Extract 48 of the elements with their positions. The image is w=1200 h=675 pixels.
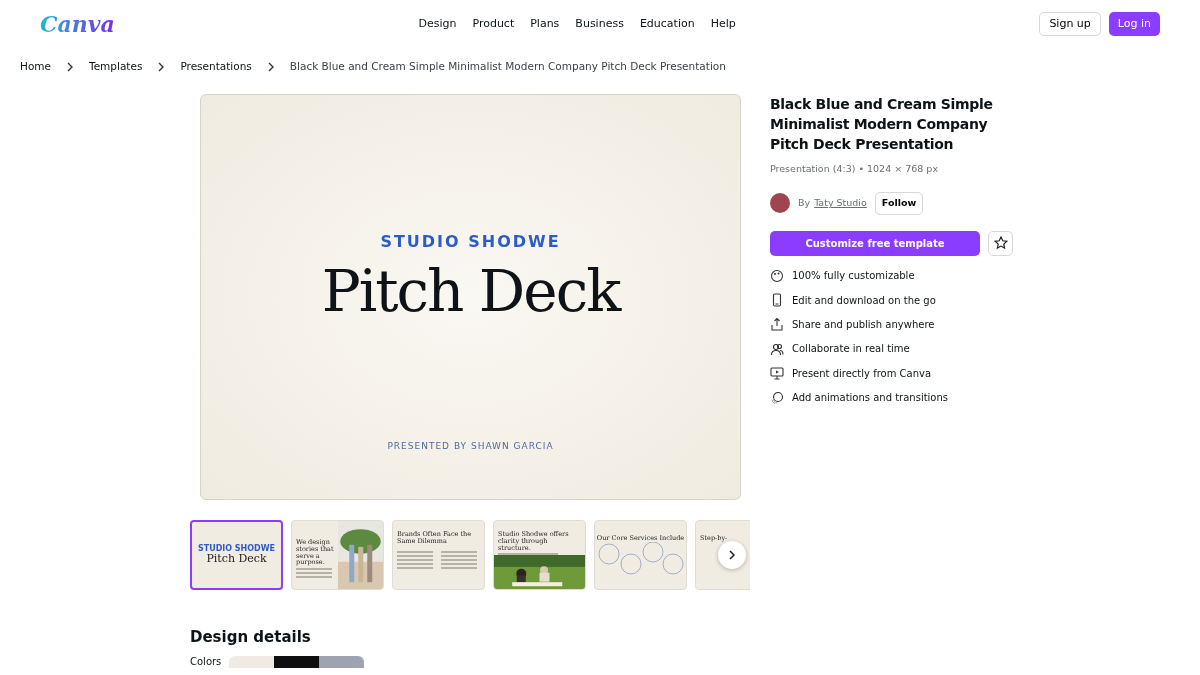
slide-kicker: STUDIO SHODWE bbox=[380, 231, 561, 253]
author-link[interactable]: Taty Studio bbox=[814, 196, 867, 211]
chevron-right-icon bbox=[158, 62, 165, 72]
nav-link[interactable]: Product bbox=[472, 15, 515, 33]
chevron-right-icon bbox=[67, 62, 73, 72]
follow-button[interactable]: Follow bbox=[874, 192, 924, 215]
color-swatch[interactable] bbox=[229, 655, 275, 668]
chevron-right-icon bbox=[728, 550, 736, 560]
sign-up-button[interactable]: Sign up bbox=[1039, 11, 1101, 37]
feature-text: Edit and download on the go bbox=[792, 293, 936, 308]
breadcrumb-link[interactable]: Presentations bbox=[180, 59, 252, 75]
color-swatch[interactable] bbox=[274, 655, 320, 668]
feature-text: 100% fully customizable bbox=[792, 269, 915, 284]
color-swatch[interactable] bbox=[319, 655, 365, 668]
thumbnail-kicker: STUDIO SHODWE bbox=[197, 545, 276, 554]
breadcrumb-current: Black Blue and Cream Simple Minimalist Modern Company Pitch Deck Presentation bbox=[289, 59, 726, 75]
palette-icon bbox=[770, 268, 784, 283]
avatar bbox=[770, 193, 790, 214]
chevron-right-icon bbox=[267, 62, 274, 72]
presentation-icon bbox=[770, 366, 784, 381]
colors-label: Colors bbox=[190, 655, 222, 669]
nav-link[interactable]: Design bbox=[418, 15, 457, 33]
share-icon bbox=[770, 317, 784, 332]
star-icon bbox=[993, 236, 1008, 250]
nav-link[interactable]: Help bbox=[710, 15, 736, 33]
slide-thumbnail[interactable]: STUDIO SHODWE Pitch Deck bbox=[190, 520, 283, 590]
feature-text: Share and publish anywhere bbox=[792, 317, 935, 332]
feature-text: Present directly from Canva bbox=[792, 366, 932, 381]
customize-button[interactable]: Customize free template bbox=[770, 230, 980, 256]
slide-footer: PRESENTED BY SHAWN GARCIA bbox=[387, 440, 554, 454]
thumbnail-title: Pitch Deck bbox=[206, 553, 267, 565]
favorite-button[interactable] bbox=[988, 230, 1013, 256]
people-icon bbox=[770, 341, 784, 356]
animation-icon bbox=[770, 390, 784, 405]
breadcrumb-link[interactable]: Home bbox=[20, 59, 51, 75]
template-meta: Presentation (4:3) • 1024 × 768 px bbox=[770, 162, 939, 176]
template-title: Black Blue and Cream Simple Minimalist Modern Company Pitch Deck Presentation bbox=[770, 95, 994, 154]
nav-link[interactable]: Business bbox=[575, 15, 624, 33]
feature-text: Collaborate in real time bbox=[792, 342, 910, 357]
phone-icon bbox=[770, 293, 784, 308]
by-label: By bbox=[798, 196, 811, 211]
breadcrumb-link[interactable]: Templates bbox=[89, 59, 143, 75]
log-in-button[interactable]: Log in bbox=[1108, 11, 1160, 37]
section-heading: Design details bbox=[190, 628, 312, 646]
nav-link[interactable]: Education bbox=[639, 15, 695, 33]
feature-text: Add animations and transitions bbox=[792, 391, 949, 406]
slide-title: Pitch Deck bbox=[321, 262, 620, 320]
nav-link[interactable]: Plans bbox=[530, 15, 560, 33]
